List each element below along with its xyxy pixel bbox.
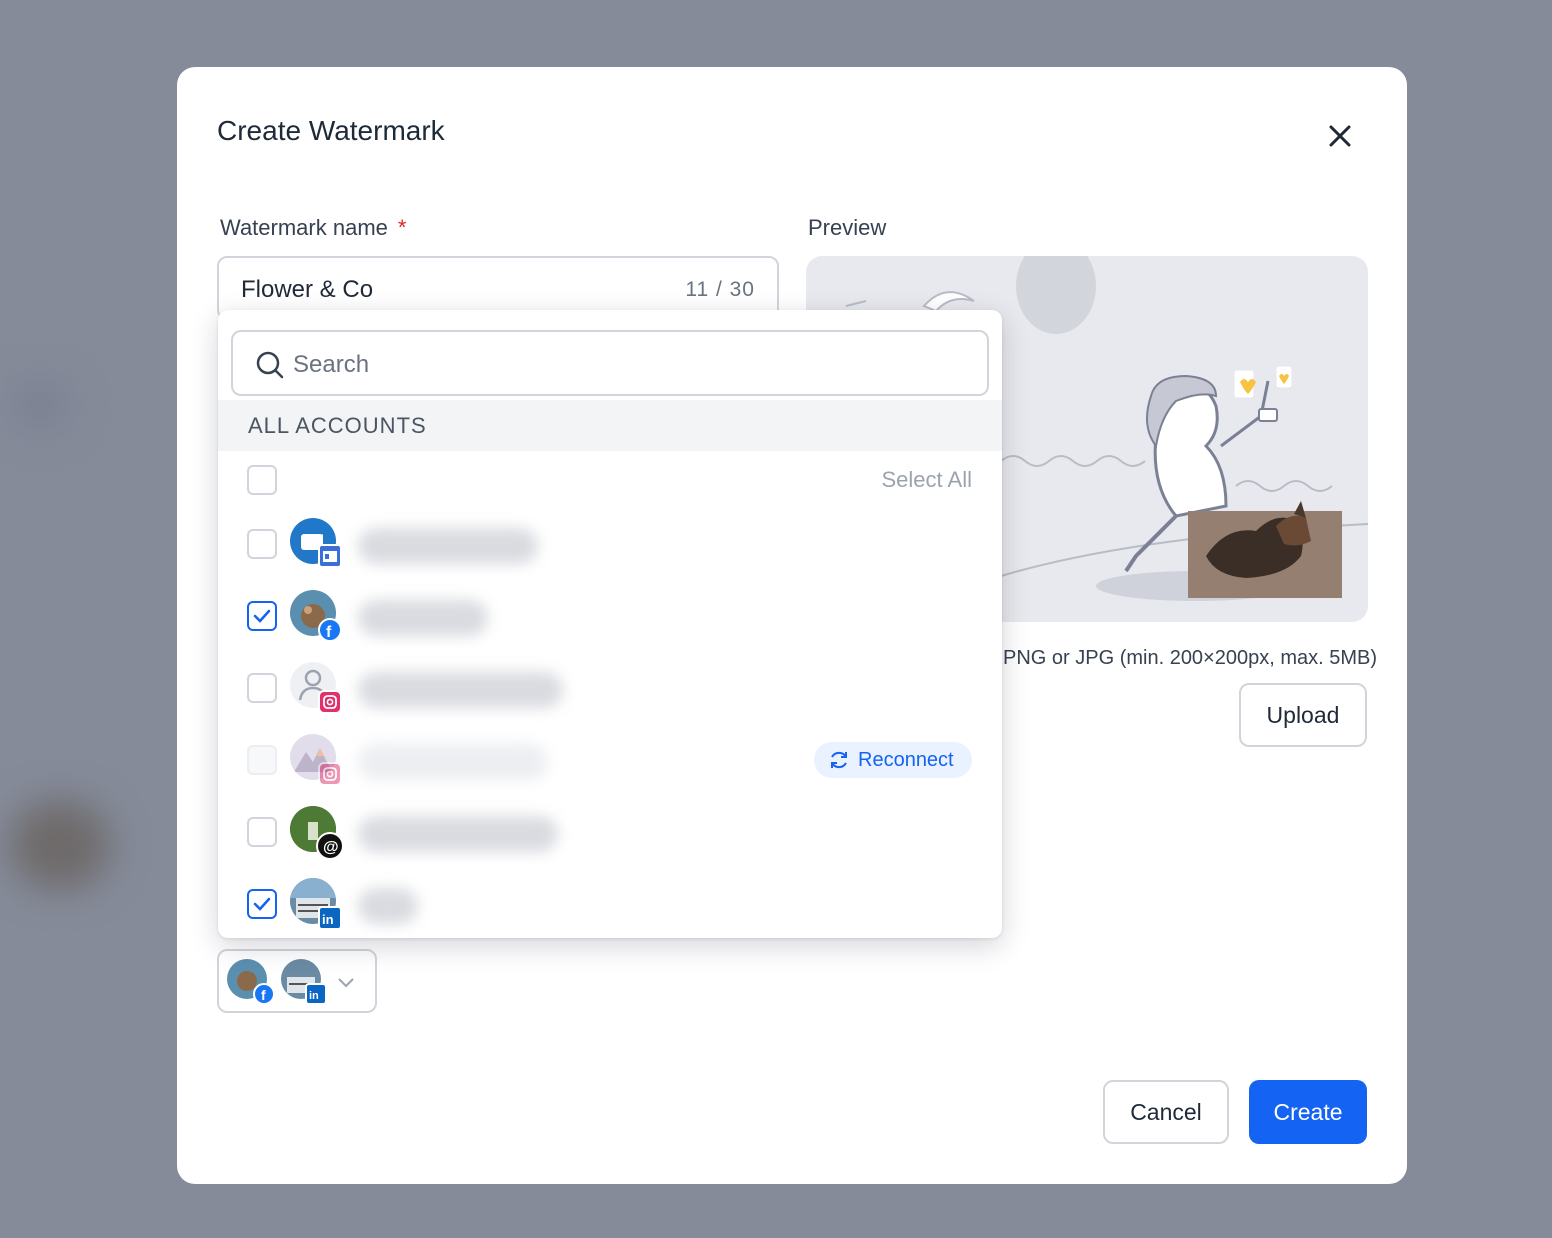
chevron-down-icon [338,978,354,988]
background-blur [10,380,70,430]
search-icon [256,351,284,379]
create-button[interactable]: Create [1249,1080,1367,1144]
reconnect-label: Reconnect [858,748,954,771]
account-name-blurred [358,600,488,636]
reconnect-icon [831,751,847,769]
facebook-icon: f [253,983,275,1005]
account-checkbox[interactable] [247,817,277,847]
watermark-name-label: Watermark name * [220,215,406,241]
account-checkbox[interactable] [247,529,277,559]
close-icon[interactable] [1325,121,1355,151]
account-checkbox[interactable] [247,673,277,703]
upload-button[interactable]: Upload [1239,683,1367,747]
svg-text:f: f [326,624,332,640]
check-icon [253,897,271,911]
required-mark: * [397,215,407,240]
svg-text:in: in [322,912,334,927]
account-select-trigger[interactable]: f in [217,949,377,1013]
account-dropdown: Search ALL ACCOUNTS Select All f Reconne… [218,310,1002,938]
instagram-icon [318,690,342,714]
select-all-label[interactable]: Select All [882,467,973,493]
select-all-checkbox[interactable] [247,465,277,495]
background-blur [10,800,110,890]
account-name-blurred [358,528,538,564]
check-icon [253,609,271,623]
linkedin-icon: in [318,906,342,930]
account-name-blurred [358,888,418,924]
instagram-icon [318,762,342,786]
group-header: ALL ACCOUNTS [218,400,1002,451]
account-checkbox[interactable] [247,889,277,919]
account-name-blurred [358,672,563,708]
account-name-blurred [358,816,558,852]
google-business-icon [318,544,342,568]
account-name-blurred [358,744,548,780]
cancel-button[interactable]: Cancel [1103,1080,1229,1144]
linkedin-icon: in [305,983,327,1005]
character-counter: 11 / 30 [685,278,755,301]
upload-hint: PNG or JPG (min. 200×200px, max. 5MB) [1003,647,1378,669]
svg-text:f: f [261,987,266,1003]
preview-label: Preview [808,215,887,240]
account-checkbox [247,745,277,775]
watermark-name-value: Flower & Co [241,276,374,303]
facebook-icon: f [318,618,342,642]
threads-icon: @ [316,832,344,860]
search-input[interactable]: Search [231,330,989,396]
search-placeholder: Search [293,351,370,378]
watermark-name-label-text: Watermark name [220,215,388,240]
svg-text:@: @ [323,839,339,856]
reconnect-button[interactable]: Reconnect [814,742,972,778]
modal-title: Create Watermark [217,115,445,146]
account-checkbox[interactable] [247,601,277,631]
svg-text:in: in [309,990,319,1002]
